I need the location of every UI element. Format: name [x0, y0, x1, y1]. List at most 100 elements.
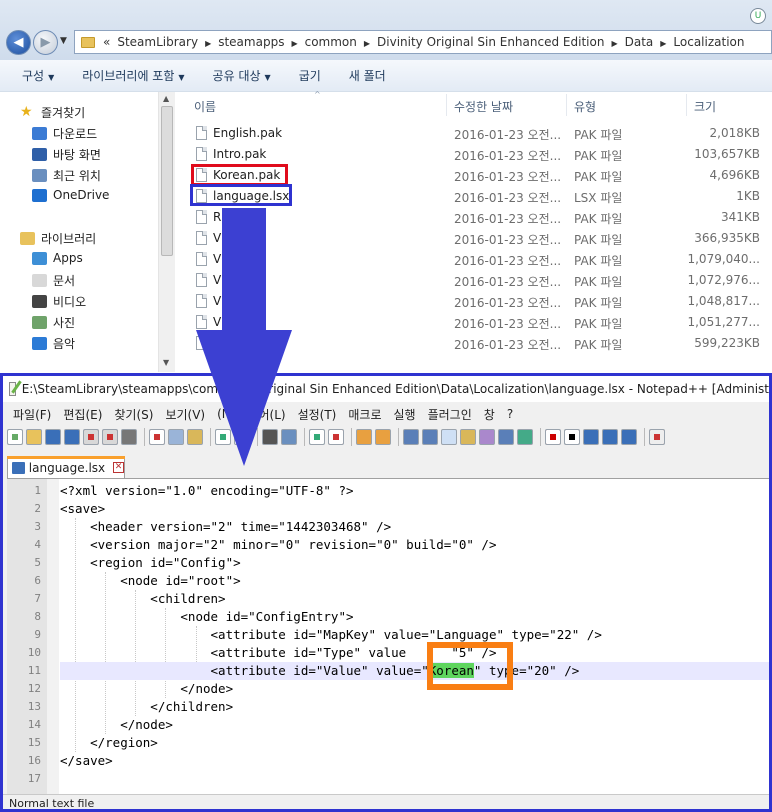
save-icon[interactable]	[45, 429, 61, 445]
sync-h-icon[interactable]	[375, 429, 391, 445]
menu-item[interactable]: 설정(T)	[298, 406, 337, 423]
breadcrumb-separator-icon[interactable]: ▶	[660, 39, 666, 48]
menu-item[interactable]: 파일(F)	[13, 406, 51, 423]
breadcrumb-overflow[interactable]: «	[103, 35, 110, 49]
print-icon[interactable]	[121, 429, 137, 445]
toolbar-button[interactable]: 공유 대상 ▼	[213, 67, 271, 84]
code-line[interactable]: <attribute id="MapKey" value="Language" …	[60, 626, 769, 644]
breadcrumb-separator-icon[interactable]: ▶	[364, 39, 370, 48]
code-line[interactable]: <node id="ConfigEntry">	[60, 608, 769, 626]
menu-item[interactable]: 언어(L)	[247, 406, 285, 423]
column-divider[interactable]	[446, 94, 447, 116]
copy-icon[interactable]	[168, 429, 184, 445]
code-line[interactable]: <attribute id="Type" value "5" />	[60, 644, 769, 662]
nav-group-favorites[interactable]: ★ 즐겨찾기	[20, 104, 85, 121]
save-macro-icon[interactable]	[621, 429, 637, 445]
close-all-icon[interactable]	[102, 429, 118, 445]
code-line[interactable]: <node id="root">	[60, 572, 769, 590]
play-multi-icon[interactable]	[602, 429, 618, 445]
zoom-out-icon[interactable]	[328, 429, 344, 445]
toolbar-button[interactable]: 라이브러리에 포함 ▼	[82, 67, 184, 84]
close-tab-icon[interactable]: ✕	[113, 462, 124, 473]
file-row[interactable]: V .pak 2016-01-23 오전... PAK 파일 1,051,277...	[176, 312, 772, 333]
code-line[interactable]: </save>	[60, 752, 769, 770]
menu-item[interactable]: 플러그인	[428, 406, 472, 423]
fold-margin[interactable]	[47, 479, 59, 795]
menu-item[interactable]: ?	[507, 407, 513, 421]
file-row[interactable]: R .pak 2016-01-23 오전... PAK 파일 341KB	[176, 207, 772, 228]
toolbar-button[interactable]: 새 폴더	[349, 67, 386, 84]
replace-icon[interactable]	[281, 429, 297, 445]
tab-language-lsx[interactable]: language.lsx ✕	[7, 456, 125, 478]
column-divider[interactable]	[566, 94, 567, 116]
back-button[interactable]: ◀	[6, 30, 31, 55]
code-line[interactable]: <region id="Config">	[60, 554, 769, 572]
nav-item-music[interactable]: 음악	[32, 335, 75, 352]
breadcrumb-separator-icon[interactable]: ▶	[611, 39, 617, 48]
menu-item[interactable]: 실행	[394, 406, 416, 423]
file-row[interactable]: English.pak 2016-01-23 오전... PAK 파일 2,018KB	[176, 123, 772, 144]
breadcrumb-item[interactable]: common	[305, 35, 357, 49]
func-list-icon[interactable]	[498, 429, 514, 445]
nav-item-apps[interactable]: Apps	[32, 251, 83, 265]
code-line[interactable]: <save>	[60, 500, 769, 518]
code-line[interactable]: </node>	[60, 680, 769, 698]
spell-check-icon[interactable]	[649, 429, 665, 445]
column-header-size[interactable]: 크기	[694, 98, 716, 115]
paste-icon[interactable]	[187, 429, 203, 445]
open-file-icon[interactable]	[26, 429, 42, 445]
close-icon[interactable]	[83, 429, 99, 445]
folder-workspace-icon[interactable]	[517, 429, 533, 445]
nav-item-downloads[interactable]: 다운로드	[32, 125, 97, 142]
menu-item[interactable]: 찾기(S)	[114, 406, 153, 423]
forward-button[interactable]: ▶	[33, 30, 58, 55]
menu-item[interactable]: (N)	[217, 407, 235, 421]
column-header-date[interactable]: 수정한 날짜	[454, 98, 513, 115]
file-row[interactable]: Intro.pak 2016-01-23 오전... PAK 파일 103,657KB	[176, 144, 772, 165]
breadcrumb-item[interactable]: Localization	[673, 35, 744, 49]
toolbar-button[interactable]: 굽기	[299, 67, 321, 84]
menu-item[interactable]: 보기(V)	[165, 406, 205, 423]
word-wrap-icon[interactable]	[403, 429, 419, 445]
nav-item-recent[interactable]: 최근 위치	[32, 167, 101, 184]
undo-icon[interactable]	[215, 429, 231, 445]
breadcrumb-separator-icon[interactable]: ▶	[205, 39, 211, 48]
nav-item-pictures[interactable]: 사진	[32, 314, 75, 331]
show-all-icon[interactable]	[422, 429, 438, 445]
scroll-down-icon[interactable]: ▼	[163, 358, 169, 367]
record-macro-icon[interactable]	[545, 429, 561, 445]
breadcrumb-item[interactable]: steamapps	[218, 35, 284, 49]
sync-v-icon[interactable]	[356, 429, 372, 445]
save-all-icon[interactable]	[64, 429, 80, 445]
file-row[interactable]: V 2016-01-23 오전... PAK 파일 599,223KB	[176, 333, 772, 354]
play-macro-icon[interactable]	[583, 429, 599, 445]
scroll-up-icon[interactable]: ▲	[163, 94, 169, 103]
nav-group-libraries[interactable]: 라이브러리	[20, 230, 96, 247]
breadcrumb-item[interactable]: SteamLibrary	[117, 35, 198, 49]
help-icon[interactable]: U	[750, 8, 766, 24]
cut-icon[interactable]	[149, 429, 165, 445]
column-header-name[interactable]: 이름	[194, 98, 216, 115]
nav-item-videos[interactable]: 비디오	[32, 293, 86, 310]
code-line[interactable]: </region>	[60, 734, 769, 752]
stop-record-icon[interactable]	[564, 429, 580, 445]
code-editor[interactable]: 1 2 3 4 5 6 7 8 9 10 11 12 13 14 15 16 17 <?xml version=…	[7, 478, 769, 795]
indent-guide-icon[interactable]	[441, 429, 457, 445]
column-header-type[interactable]: 유형	[574, 98, 596, 115]
breadcrumb-separator-icon[interactable]: ▶	[291, 39, 297, 48]
navigation-scrollbar[interactable]: ▲ ▼	[158, 92, 175, 372]
breadcrumb-item[interactable]: Divinity Original Sin Enhanced Edition	[377, 35, 604, 49]
code-line[interactable]: </node>	[60, 716, 769, 734]
file-row[interactable]: V 2016-01-23 오전... PAK 파일 366,935KB	[176, 228, 772, 249]
code-line[interactable]: <?xml version="1.0" encoding="UTF-8" ?>	[60, 482, 769, 500]
address-bar[interactable]: « SteamLibrary ▶ steamapps ▶ common ▶ Divinity…	[74, 30, 772, 54]
code-line[interactable]: </children>	[60, 698, 769, 716]
nav-item-desktop[interactable]: 바탕 화면	[32, 146, 101, 163]
file-row[interactable]: V 2016-01-23 오전... PAK 파일 1,079,040...	[176, 249, 772, 270]
code-line[interactable]: <children>	[60, 590, 769, 608]
toolbar-button[interactable]: 구성 ▼	[22, 67, 54, 84]
menu-item[interactable]: 창	[484, 406, 495, 423]
nav-item-onedrive[interactable]: OneDrive	[32, 188, 109, 202]
zoom-in-icon[interactable]	[309, 429, 325, 445]
code-line[interactable]: <header version="2" time="1442303468" />	[60, 518, 769, 536]
